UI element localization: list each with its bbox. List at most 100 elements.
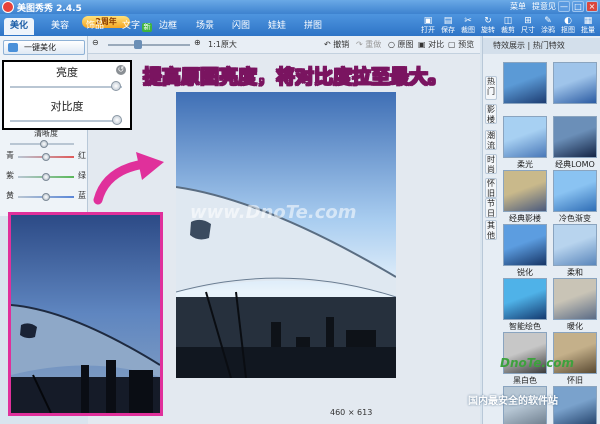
magic-wand-icon <box>8 43 18 52</box>
color-slider-right-label: 红 <box>78 151 86 160</box>
save-icon: ▤ <box>443 16 453 26</box>
effect-thumbnail[interactable] <box>503 170 547 212</box>
size-button[interactable]: ⊞ 尺寸 <box>518 16 538 36</box>
maximize-button[interactable]: □ <box>572 1 584 12</box>
batch-icon: ▦ <box>583 16 593 26</box>
compare-button[interactable]: ▣ 对比 <box>418 39 444 50</box>
brush-icon: ✎ <box>544 16 552 26</box>
original-button[interactable]: ○ 原图 <box>388 39 414 50</box>
sharpness-slider-thumb[interactable] <box>40 140 48 148</box>
effect-thumbnail[interactable] <box>553 224 597 266</box>
color-slider-left-label: 青 <box>6 151 14 160</box>
effect-label: 怀旧 <box>567 376 583 385</box>
tab-flash[interactable]: 闪图 <box>226 18 256 35</box>
tab-scene[interactable]: 场景 <box>190 18 220 35</box>
tab-frame[interactable]: 边框 <box>153 18 183 35</box>
zoom-out-icon[interactable]: ⊖ <box>92 38 99 47</box>
zoom-in-icon[interactable]: ⊕ <box>194 38 201 47</box>
save-button[interactable]: ▤ 保存 <box>438 16 458 36</box>
effect-label: 黑白色 <box>513 376 537 385</box>
rotate-button[interactable]: ↻ 旋转 <box>478 16 498 36</box>
effect-label: 暖化 <box>567 322 583 331</box>
effect-label: 锐化 <box>517 268 533 277</box>
effect-category-tab[interactable]: 怀旧 <box>485 178 497 198</box>
undo-button[interactable]: ↶ 撤销 <box>324 39 349 50</box>
tab-beautify[interactable]: 美化 <box>4 18 34 35</box>
color-slider-right-label: 绿 <box>78 171 86 180</box>
effect-thumbnail[interactable] <box>503 278 547 320</box>
open-button[interactable]: ▣ 打开 <box>418 16 438 36</box>
rotate-icon: ↻ <box>484 16 492 26</box>
brightness-contrast-highlight: ↺ 亮度 对比度 <box>2 60 132 130</box>
pointer-arrow-icon <box>93 152 164 205</box>
preview-button[interactable]: ▢ 预览 <box>448 39 474 50</box>
color-slider-thumb[interactable] <box>42 173 50 181</box>
contrast-label: 对比度 <box>50 100 84 113</box>
effect-thumbnail[interactable] <box>503 62 547 104</box>
minimize-button[interactable]: — <box>558 1 570 12</box>
open-icon: ▣ <box>423 16 433 26</box>
one-click-beautify-button[interactable]: 一键美化 <box>3 40 85 55</box>
title-bar: 美图秀秀 2.4.5 菜单 提意见 — □ × <box>0 0 600 14</box>
color-slider-thumb[interactable] <box>42 193 50 201</box>
edited-photo <box>176 92 396 378</box>
actual-size-button[interactable]: 1:1原大 <box>208 39 237 50</box>
color-slider-thumb[interactable] <box>42 153 50 161</box>
contrast-slider[interactable] <box>10 120 122 122</box>
effect-thumbnail[interactable] <box>553 116 597 158</box>
brightness-label: 亮度 <box>56 66 78 79</box>
title-links: 菜单 提意见 <box>510 1 556 12</box>
effect-label: 柔和 <box>567 268 583 277</box>
effect-label: 冷色渐变 <box>559 214 591 223</box>
app-title: 美图秀秀 2.4.5 <box>17 4 82 14</box>
tab-doll[interactable]: 娃娃 <box>262 18 292 35</box>
menu-link[interactable]: 菜单 <box>510 1 526 12</box>
close-button[interactable]: × <box>586 1 598 12</box>
site-slogan: 国内最安全的软件站 <box>468 396 558 407</box>
batch-button[interactable]: ▦ 批量 <box>578 16 598 36</box>
erase-button[interactable]: ◐ 抠图 <box>558 16 578 36</box>
brightness-slider-thumb[interactable] <box>111 81 122 91</box>
effect-thumbnail[interactable] <box>553 278 597 320</box>
tab-collage[interactable]: 拼图 <box>298 18 328 35</box>
umbrella-photo <box>176 92 396 378</box>
contrast-slider-thumb[interactable] <box>112 115 122 125</box>
canvas-toolbar: ⊖ ⊕ 1:1原大 ↶ 撤销 ↷ 重做 ○ 原图 ▣ 对比 ▢ 预览 <box>88 36 480 54</box>
crop-icon: ✂ <box>464 16 472 26</box>
original-photo-preview <box>8 212 163 416</box>
cut-icon: ◫ <box>503 16 513 26</box>
tab-text[interactable]: 文字 <box>116 18 146 35</box>
effect-thumbnail[interactable] <box>553 386 597 424</box>
feedback-link[interactable]: 提意见 <box>532 1 556 12</box>
tab-skin[interactable]: 美容 <box>45 18 75 35</box>
brush-button[interactable]: ✎ 涂鸦 <box>538 16 558 36</box>
effect-category-tab[interactable]: 影楼 <box>485 104 497 124</box>
effect-category-tab[interactable]: 热门 <box>485 76 497 100</box>
zoom-slider-thumb[interactable] <box>134 40 142 49</box>
main-tab-bar: 2周年 新 美化 美容 饰品 文字 边框 场景 闪图 娃娃 拼图 ▣ 打开 ▤ 保存… <box>0 14 600 36</box>
color-slider-left-label: 黄 <box>6 191 14 200</box>
window-controls: — □ × <box>558 1 598 12</box>
effect-thumbnail[interactable] <box>503 224 547 266</box>
effect-category-tab[interactable]: 节日 <box>485 198 497 218</box>
effect-label: 经典LOMO <box>555 160 595 169</box>
tab-decorations[interactable]: 饰品 <box>80 18 110 35</box>
erase-icon: ◐ <box>564 16 572 26</box>
effects-header: 特效展示 | 热门特效 <box>483 38 600 54</box>
instruction-caption: 提高原图亮度，将对比度拉至最大。 <box>142 66 448 89</box>
zoom-slider[interactable] <box>108 44 190 46</box>
effect-category-tab[interactable]: 其他 <box>485 220 497 240</box>
brightness-slider[interactable] <box>10 86 122 88</box>
effect-thumbnail[interactable] <box>553 170 597 212</box>
redo-button[interactable]: ↷ 重做 <box>356 39 381 50</box>
cut-button[interactable]: ◫ 裁剪 <box>498 16 518 36</box>
crop-button[interactable]: ✂ 裁图 <box>458 16 478 36</box>
effect-label: 柔光 <box>517 160 533 169</box>
effect-category-tab[interactable]: 时尚 <box>485 154 497 174</box>
site-logo: DnoTe.com <box>500 356 574 370</box>
effect-category-tab[interactable]: 潮流 <box>485 130 497 150</box>
color-slider-left-label: 紫 <box>6 171 14 180</box>
effect-thumbnail[interactable] <box>503 116 547 158</box>
effect-thumbnail[interactable] <box>553 62 597 104</box>
image-size-readout: 460 × 613 <box>330 408 373 417</box>
